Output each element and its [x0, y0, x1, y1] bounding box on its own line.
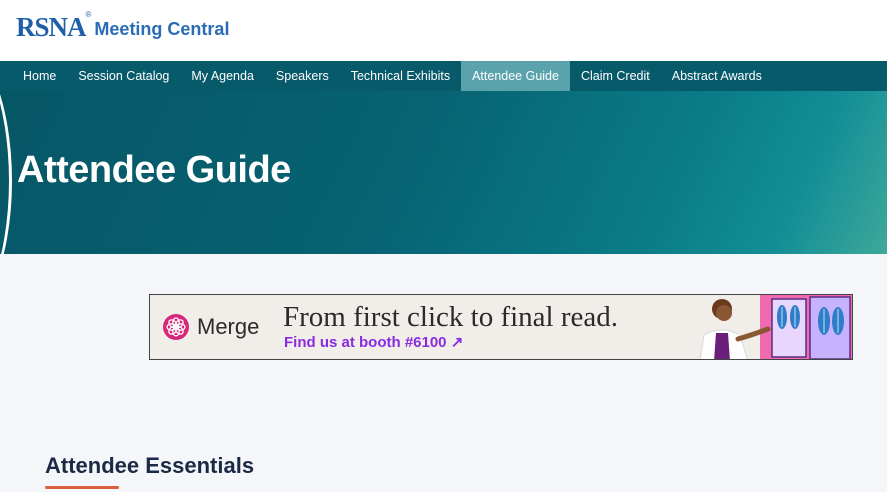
- hero-banner: Attendee Guide: [0, 91, 887, 254]
- merge-brand-text: Merge: [197, 314, 260, 339]
- ad-headline: From first click to final read.: [283, 301, 619, 333]
- merge-flower-icon: [163, 314, 189, 340]
- rsna-meeting-central-logo[interactable]: RSNA ® Meeting Central: [16, 10, 230, 42]
- nav-item-my-agenda[interactable]: My Agenda: [180, 61, 265, 91]
- nav-item-attendee-guide[interactable]: Attendee Guide: [461, 61, 570, 91]
- nav-item-speakers[interactable]: Speakers: [265, 61, 340, 91]
- nav-item-claim-credit[interactable]: Claim Credit: [570, 61, 661, 91]
- heading-underline-accent: [45, 486, 119, 489]
- merge-advertisement-banner[interactable]: Merge From first click to final read. Fi…: [149, 294, 853, 360]
- ad-booth-link[interactable]: Find us at booth #6100 ↗: [284, 333, 463, 351]
- page-title: Attendee Guide: [17, 149, 291, 191]
- logo-mark: RSNA: [16, 12, 87, 42]
- main-navigation: Home Session Catalog My Agenda Speakers …: [0, 61, 887, 91]
- hero-decorative-arc: [0, 91, 12, 254]
- logo-text: Meeting Central: [94, 19, 230, 39]
- nav-item-technical-exhibits[interactable]: Technical Exhibits: [340, 61, 461, 91]
- site-header: RSNA ® Meeting Central: [0, 0, 887, 61]
- nav-item-home[interactable]: Home: [12, 61, 67, 91]
- attendee-essentials-heading: Attendee Essentials: [45, 453, 255, 478]
- nav-item-session-catalog[interactable]: Session Catalog: [67, 61, 180, 91]
- radiologist-illustration: [682, 295, 852, 359]
- logo-registered-mark: ®: [85, 10, 92, 19]
- merge-logo: Merge: [162, 313, 259, 341]
- nav-item-abstract-awards[interactable]: Abstract Awards: [661, 61, 773, 91]
